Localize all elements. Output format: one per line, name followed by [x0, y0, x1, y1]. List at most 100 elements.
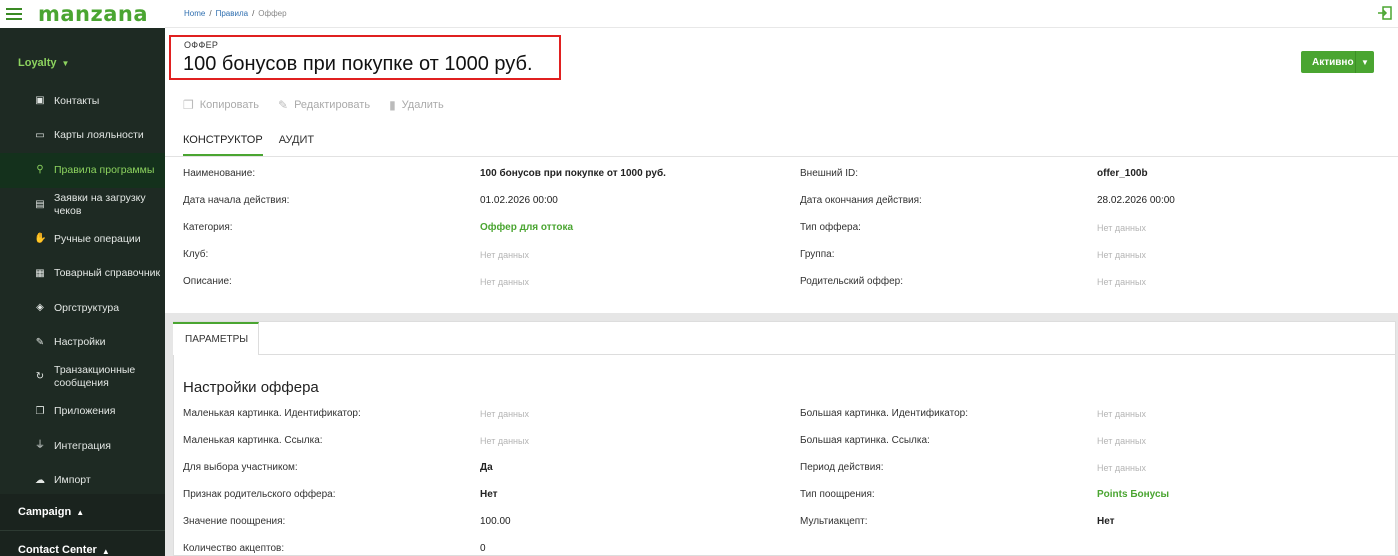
breadcrumb-current: Оффер: [258, 9, 287, 18]
delete-button[interactable]: ▮ Удалить: [389, 98, 444, 112]
sidebar-item-label: Контакты: [54, 94, 100, 107]
field-value-accept-count: 0: [480, 543, 486, 554]
sidebar-section-contact-center[interactable]: Contact Center ▲: [0, 531, 165, 556]
field-label-parent-offer: Родительский оффер:: [800, 276, 903, 287]
sidebar-item-label: Приложения: [54, 405, 116, 418]
copy-button[interactable]: ❐ Копировать: [183, 98, 259, 112]
field-value-start-date: 01.02.2026 00:00: [480, 195, 558, 206]
sidebar-item-loyalty-cards[interactable]: ▭ Карты лояльности: [0, 119, 165, 154]
sidebar-section-campaign[interactable]: Campaign ▲: [0, 494, 165, 530]
copy-button-label: Копировать: [199, 99, 259, 111]
breadcrumb-separator: /: [252, 9, 255, 18]
sidebar-item-applications[interactable]: ❐ Приложения: [0, 395, 165, 430]
field-label-big-image-id: Большая картинка. Идентификатор:: [800, 408, 969, 419]
field-value-category-link[interactable]: Оффер для оттока: [480, 222, 573, 233]
cloud-upload-icon: ☁: [35, 474, 45, 486]
sync-icon: ↻: [35, 371, 45, 383]
grid-icon: ▦: [35, 267, 45, 279]
field-label-small-image-link: Маленькая картинка. Ссылка:: [183, 435, 323, 446]
topbar: Home / Правила / Оффер: [165, 0, 1398, 28]
breadcrumb-rules[interactable]: Правила: [216, 9, 248, 18]
trash-icon: ▮: [389, 98, 396, 112]
field-label-reward-value: Значение поощрения:: [183, 516, 286, 527]
field-value-big-image-link: Нет данных: [1097, 436, 1146, 446]
plug-icon: ⏚: [35, 440, 45, 452]
field-label-name: Наименование:: [183, 168, 256, 179]
wrench-icon: ✎: [35, 336, 45, 348]
delete-button-label: Удалить: [401, 99, 444, 111]
app-logo[interactable]: manzana: [38, 2, 148, 26]
field-label-big-image-link: Большая картинка. Ссылка:: [800, 435, 930, 446]
tab-audit[interactable]: АУДИТ: [279, 134, 314, 156]
tab-parameters[interactable]: ПАРАМЕТРЫ: [173, 322, 259, 355]
contact-card-icon: ▣: [35, 95, 45, 107]
copy-icon: ❐: [35, 405, 45, 417]
sidebar-item-transactional-messages[interactable]: ↻ Транзакционные сообщения: [0, 360, 165, 395]
field-value-member-choice: Да: [480, 462, 493, 473]
tab-bar-divider: [165, 156, 1398, 157]
sidebar-section-loyalty[interactable]: Loyalty ▼: [0, 42, 165, 84]
sidebar-item-label: Интеграция: [54, 439, 111, 452]
hamburger-menu-icon[interactable]: [6, 8, 22, 20]
sidebar-header: manzana: [0, 0, 165, 28]
field-label-category: Категория:: [183, 222, 233, 233]
field-label-reward-type: Тип поощрения:: [800, 489, 875, 500]
tab-constructor[interactable]: КОНСТРУКТОР: [183, 134, 263, 156]
sidebar-item-label: Заявки на загрузку чеков: [54, 191, 146, 217]
sidebar: manzana Loyalty ▼ ▣ Контакты ▭ Карты лоя…: [0, 0, 165, 556]
sidebar-section-label: Campaign: [18, 506, 72, 518]
caret-up-icon: ▲: [76, 507, 85, 517]
field-value-multiaccept: Нет: [1097, 516, 1115, 527]
status-button-label[interactable]: Активно: [1301, 57, 1355, 68]
sidebar-item-label: Правила программы: [54, 163, 155, 176]
field-label-group: Группа:: [800, 249, 835, 260]
sidebar-item-label: Импорт: [54, 474, 91, 487]
field-label-start-date: Дата начала действия:: [183, 195, 290, 206]
edit-button[interactable]: ✎ Редактировать: [278, 98, 370, 112]
receipt-icon: ▤: [35, 198, 45, 210]
caret-up-icon: ▲: [101, 547, 110, 556]
sidebar-item-import[interactable]: ☁ Импорт: [0, 464, 165, 499]
parameters-panel: [173, 321, 1396, 556]
edit-button-label: Редактировать: [294, 99, 371, 111]
field-label-external-id: Внешний ID:: [800, 168, 859, 179]
sidebar-item-receipt-requests[interactable]: ▤ Заявки на загрузку чеков: [0, 188, 165, 223]
pencil-icon: ✎: [278, 98, 289, 112]
field-value-small-image-link: Нет данных: [480, 436, 529, 446]
sidebar-item-label: Ручные операции: [54, 232, 141, 245]
field-value-parent-offer: Нет данных: [1097, 277, 1146, 287]
credit-card-icon: ▭: [35, 129, 45, 141]
sidebar-item-program-rules[interactable]: ⚲ Правила программы: [0, 153, 165, 188]
sidebar-item-label: Карты лояльности: [54, 129, 144, 142]
field-value-name: 100 бонусов при покупке от 1000 руб.: [480, 168, 666, 179]
section-title-offer-settings: Настройки оффера: [183, 379, 319, 396]
field-value-description: Нет данных: [480, 277, 529, 287]
page-overline: ОФФЕР: [184, 40, 219, 50]
status-button[interactable]: Активно ▼: [1301, 51, 1374, 73]
breadcrumb-home[interactable]: Home: [184, 9, 205, 18]
field-label-club: Клуб:: [183, 249, 209, 260]
logout-icon[interactable]: [1378, 6, 1392, 20]
field-label-small-image-id: Маленькая картинка. Идентификатор:: [183, 408, 361, 419]
field-value-club: Нет данных: [480, 250, 529, 260]
sidebar-item-contacts[interactable]: ▣ Контакты: [0, 84, 165, 119]
field-label-offer-type: Тип оффера:: [800, 222, 861, 233]
panel-tab-divider: [259, 354, 1396, 355]
copy-icon: ❐: [183, 98, 194, 112]
sidebar-item-integration[interactable]: ⏚ Интеграция: [0, 429, 165, 464]
sidebar-item-product-catalog[interactable]: ▦ Товарный справочник: [0, 257, 165, 292]
breadcrumb-separator: /: [209, 9, 212, 18]
caret-down-icon[interactable]: ▼: [1356, 58, 1374, 67]
field-label-end-date: Дата окончания действия:: [800, 195, 922, 206]
field-value-reward-type-link[interactable]: Points Бонусы: [1097, 489, 1169, 500]
breadcrumb: Home / Правила / Оффер: [184, 9, 287, 18]
sidebar-item-settings[interactable]: ✎ Настройки: [0, 326, 165, 361]
sidebar-section-label: Loyalty: [18, 57, 57, 69]
field-label-multiaccept: Мультиакцепт:: [800, 516, 868, 527]
sidebar-item-manual-operations[interactable]: ✋ Ручные операции: [0, 222, 165, 257]
field-value-group: Нет данных: [1097, 250, 1146, 260]
hand-icon: ✋: [34, 233, 47, 245]
field-label-description: Описание:: [183, 276, 232, 287]
sidebar-item-label: Настройки: [54, 336, 106, 349]
sidebar-item-org-structure[interactable]: ◈ Оргструктура: [0, 291, 165, 326]
